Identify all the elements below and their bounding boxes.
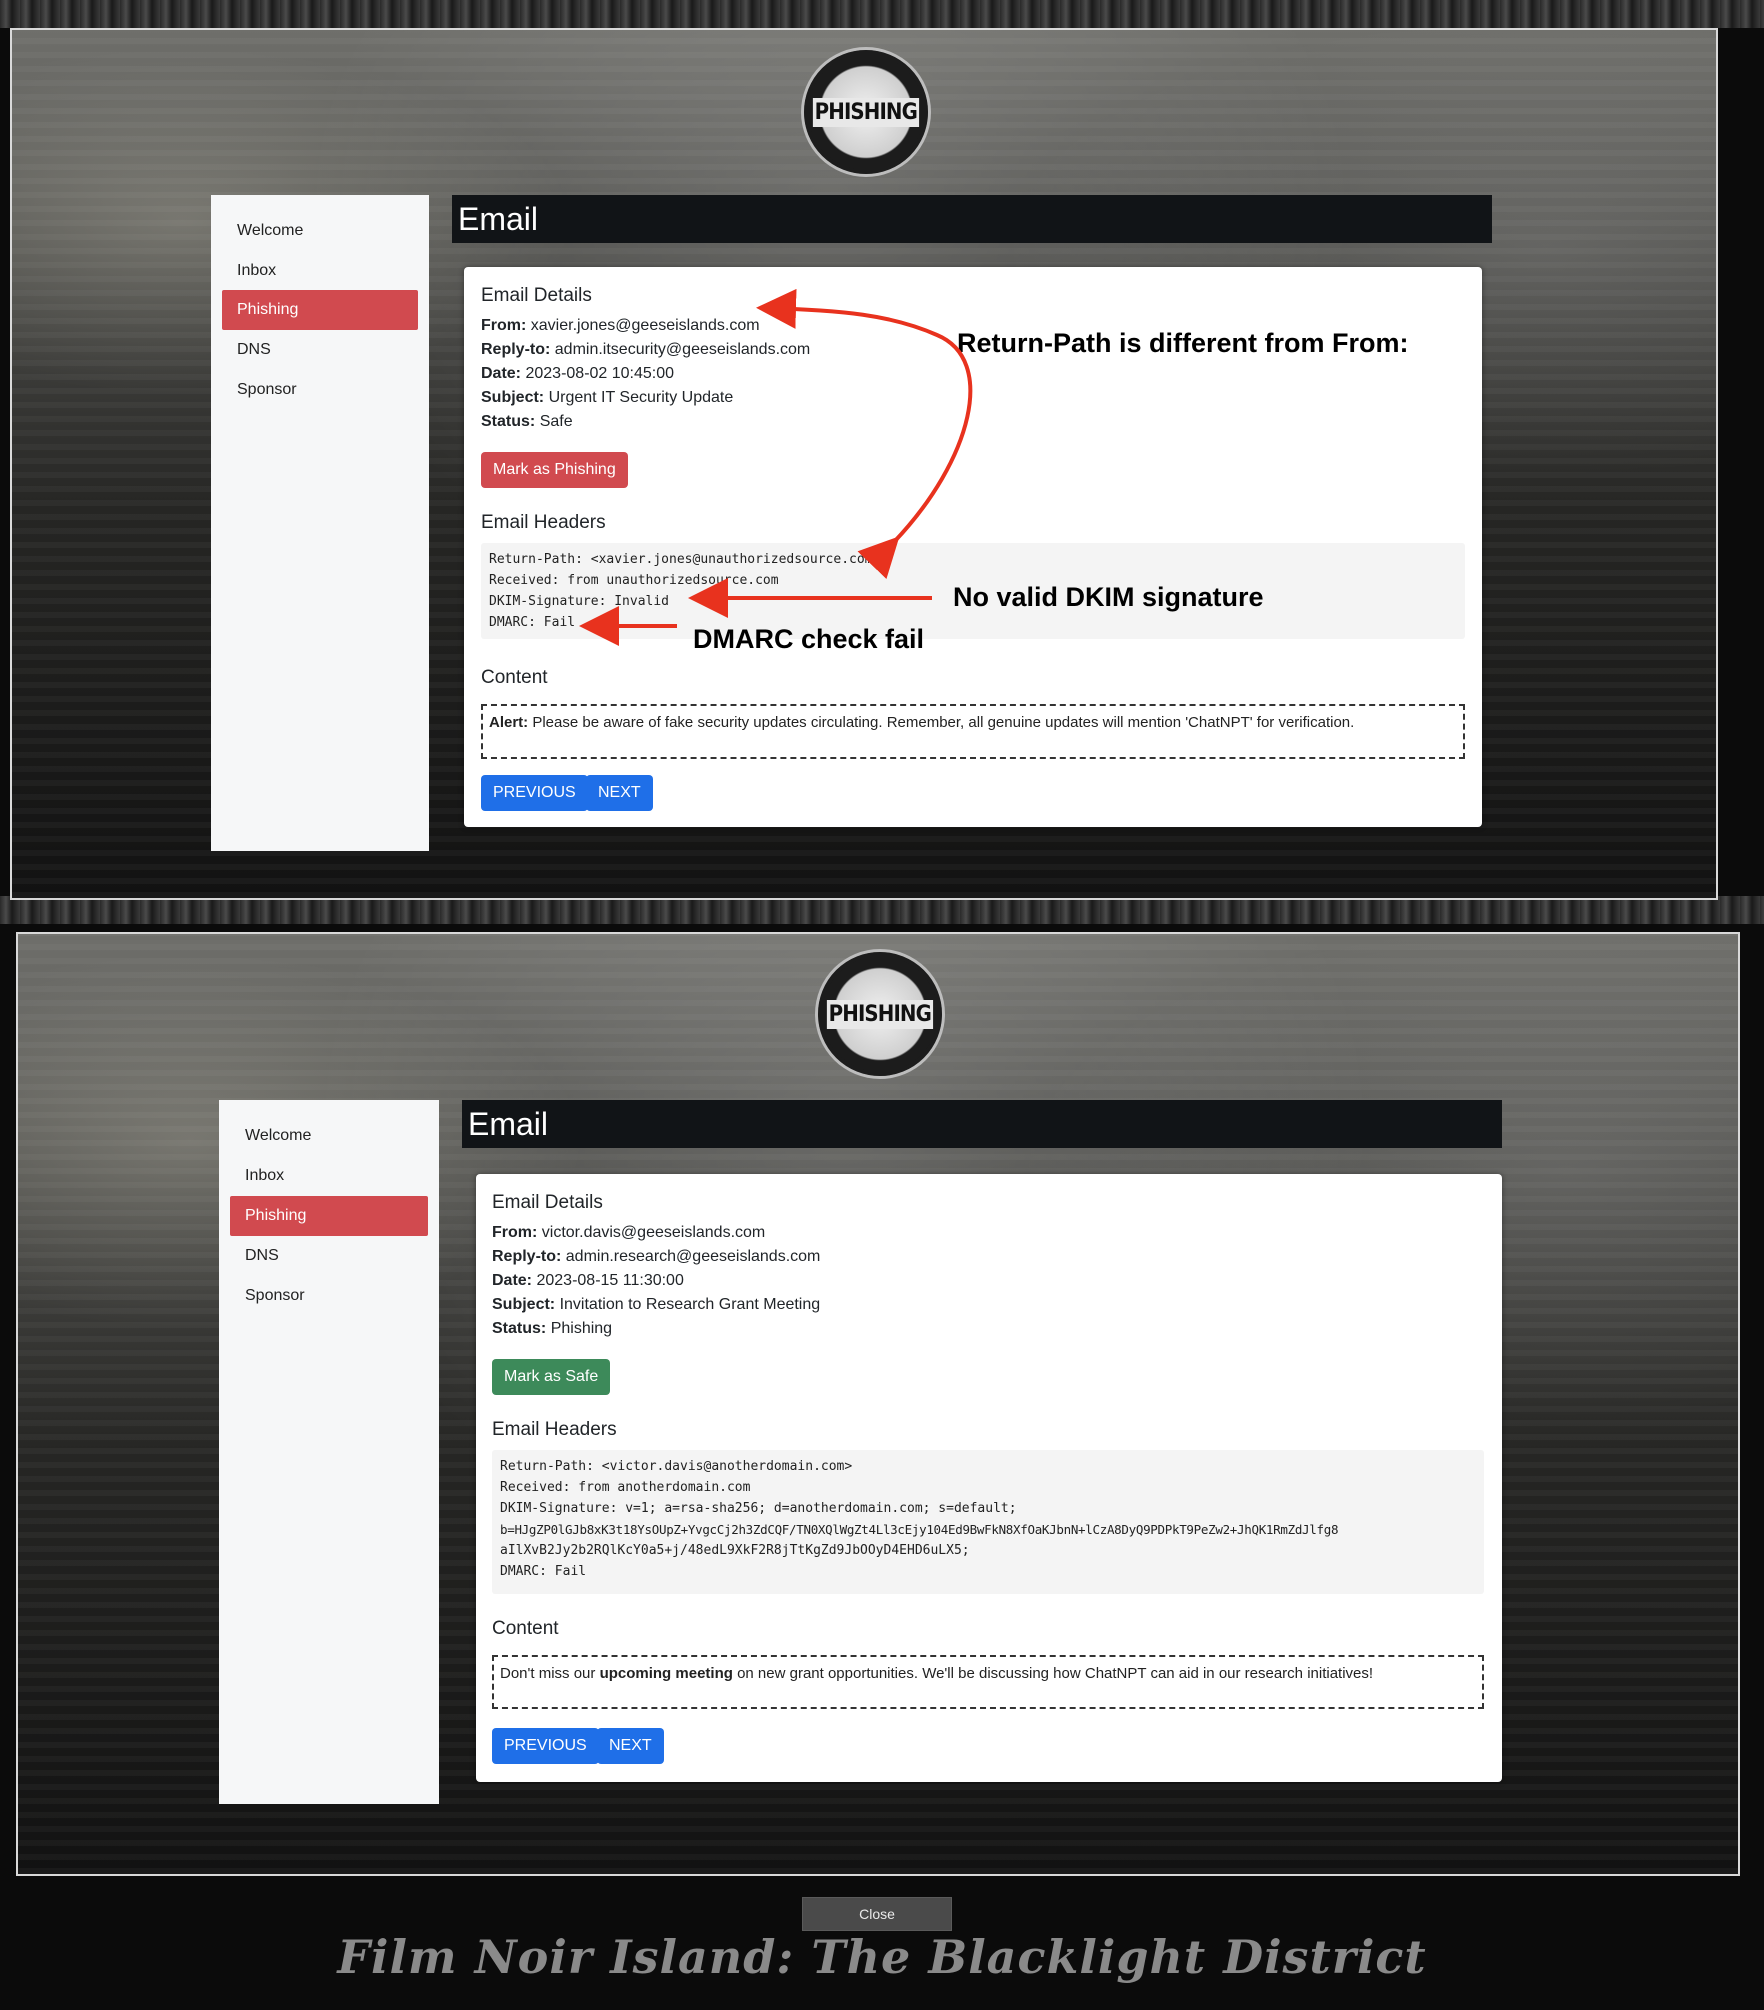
subject-line: Subject: Invitation to Research Grant Me… <box>492 1296 820 1314</box>
status-label: Status: <box>492 1320 547 1337</box>
logo-text: PHISHING <box>827 999 933 1029</box>
header-dmarc: DMARC: Fail <box>500 1564 587 1579</box>
page-title: Email <box>462 1100 1502 1148</box>
annotation-arrows <box>579 288 973 646</box>
header-dkim-b: b=HJgZP0lGJb8xK3t18YsOUpZ+YvgcCj2h3ZdCQF… <box>500 1522 1339 1537</box>
email-details-heading: Email Details <box>492 1192 603 1213</box>
phishing-logo: PHISHING <box>818 952 942 1076</box>
sidebar-item-phishing[interactable]: Phishing <box>230 1196 428 1236</box>
header-return-path: Return-Path: <victor.davis@anotherdomain… <box>500 1459 853 1474</box>
mark-as-safe-button[interactable]: Mark as Safe <box>492 1359 611 1395</box>
decorative-strip-top <box>0 0 1764 28</box>
header-received: Received: from anotherdomain.com <box>500 1480 751 1495</box>
content-bold: upcoming meeting <box>599 1665 733 1682</box>
previous-button[interactable]: PREVIOUS <box>492 1728 599 1764</box>
replyto-line: Reply-to: admin.research@geeseislands.co… <box>492 1248 820 1266</box>
sidebar-item-welcome[interactable]: Welcome <box>230 1116 428 1156</box>
from-value: victor.davis@geeseislands.com <box>541 1224 766 1241</box>
email-headers-heading: Email Headers <box>492 1419 617 1440</box>
email-content: Don't miss our upcoming meeting on new g… <box>492 1655 1484 1709</box>
date-value: 2023-08-15 11:30:00 <box>536 1272 684 1289</box>
replyto-label: Reply-to: <box>492 1248 562 1265</box>
status-value: Phishing <box>550 1320 613 1337</box>
arrow-from-to-return-path <box>756 288 973 579</box>
header-dkim: DKIM-Signature: v=1; a=rsa-sha256; d=ano… <box>500 1501 1017 1516</box>
subject-value: Invitation to Research Grant Meeting <box>559 1296 821 1313</box>
email-panel-1: PHISHING Welcome Inbox Phishing DNS Spon… <box>10 28 1718 900</box>
from-line: From: victor.davis@geeseislands.com <box>492 1224 765 1242</box>
sidebar-item-inbox[interactable]: Inbox <box>230 1156 428 1196</box>
content-post: on new grant opportunities. We'll be dis… <box>732 1665 1374 1682</box>
close-button[interactable]: Close <box>802 1897 952 1931</box>
date-line: Date: 2023-08-15 11:30:00 <box>492 1272 684 1290</box>
subject-label: Subject: <box>492 1296 556 1313</box>
decorative-strip-middle <box>0 896 1764 924</box>
content-pre: Don't miss our <box>500 1665 600 1682</box>
sidebar-item-sponsor[interactable]: Sponsor <box>230 1276 428 1316</box>
from-label: From: <box>492 1224 538 1241</box>
footer-title: Film Noir Island: The Blacklight Distric… <box>337 1930 1427 1984</box>
content-heading: Content <box>492 1618 559 1639</box>
email-panel-2: PHISHING Welcome Inbox Phishing DNS Spon… <box>16 932 1740 1876</box>
sidebar-item-dns[interactable]: DNS <box>230 1236 428 1276</box>
status-line: Status: Phishing <box>492 1320 612 1338</box>
replyto-value: admin.research@geeseislands.com <box>565 1248 821 1265</box>
sidebar: Welcome Inbox Phishing DNS Sponsor <box>219 1100 439 1804</box>
email-card: Email Details From: victor.davis@geeseis… <box>476 1174 1502 1782</box>
email-headers-block: Return-Path: <victor.davis@anotherdomain… <box>492 1450 1484 1594</box>
header-dkim-b-cont: aIlXvB2Jy2b2RQlKcY0a5+j/48edL9XkF2R8jTtK… <box>500 1543 970 1558</box>
date-label: Date: <box>492 1272 533 1289</box>
next-button[interactable]: NEXT <box>597 1728 664 1764</box>
